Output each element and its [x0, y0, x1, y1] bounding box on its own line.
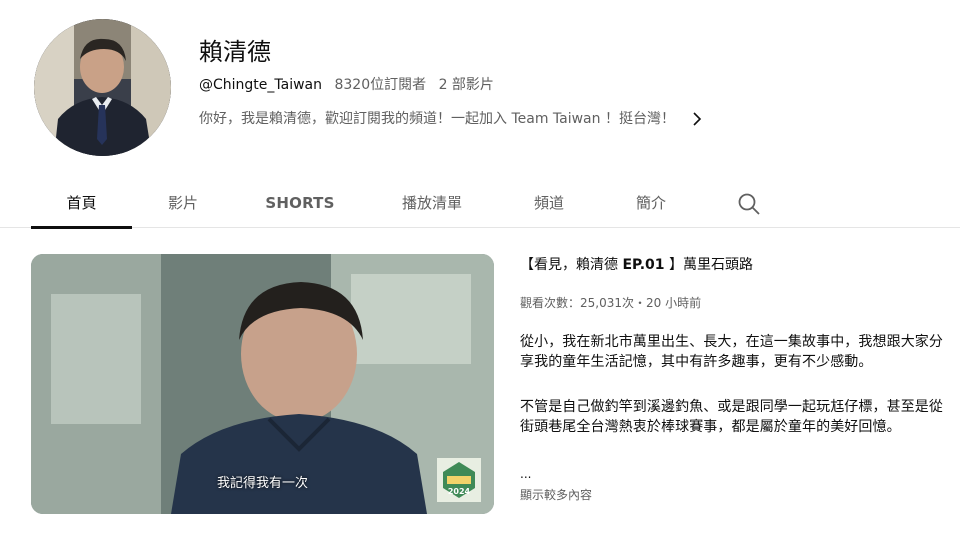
chevron-right-icon[interactable]	[689, 111, 705, 127]
title-episode: EP.01	[622, 257, 665, 273]
description-ellipsis: ...	[520, 467, 532, 481]
channel-avatar[interactable]	[34, 19, 171, 156]
video-count: 2 部影片	[438, 77, 494, 93]
show-more-link[interactable]: 顯示較多內容	[520, 486, 592, 504]
channel-tabs: 首頁 影片 SHORTS 播放清單 頻道 簡介	[0, 181, 960, 229]
channel-handle: @Chingte_Taiwan	[199, 77, 323, 93]
featured-video-thumbnail[interactable]: 我記得我有一次 2024	[31, 254, 494, 514]
tab-home[interactable]: 首頁	[31, 181, 132, 229]
avatar-portrait	[34, 19, 171, 156]
channel-description[interactable]: 你好，我是賴清德，歡迎訂閱我的頻道！一起加入 Team Taiwan ！挺台灣！	[199, 107, 705, 131]
title-open: 【看見，賴清德	[520, 257, 623, 273]
logo-year: 2024	[448, 487, 471, 496]
subscriber-count: 8320位訂閱者	[334, 77, 427, 93]
video-subtitle: 我記得我有一次	[216, 476, 308, 491]
channel-meta: @Chingte_Taiwan 8320位訂閱者 2 部影片	[199, 74, 494, 96]
tab-shorts[interactable]: SHORTS	[250, 181, 350, 228]
tab-about[interactable]: 簡介	[612, 181, 690, 228]
tab-videos[interactable]: 影片	[144, 181, 222, 228]
tab-channels[interactable]: 頻道	[510, 181, 588, 228]
search-icon[interactable]	[736, 191, 762, 217]
video-description-paragraph: 從小，我在新北市萬里出生、長大，在這一集故事中，我想跟大家分享我的童年生活記憶，…	[520, 334, 943, 370]
tab-playlists[interactable]: 播放清單	[388, 181, 476, 228]
video-description-paragraph: 不管是自己做釣竿到溪邊釣魚、或是跟同學一起玩尪仔標，甚至是從街頭巷尾全台灣熱衷於…	[520, 399, 943, 435]
title-close: 】萬里石頭路	[664, 257, 753, 273]
featured-video-title[interactable]: 【看見，賴清德 EP.01 】萬里石頭路	[520, 254, 753, 276]
view-count: 觀看次數：25,031次・20 小時前	[520, 296, 702, 310]
channel-logo-badge: 2024	[437, 458, 481, 502]
channel-name: 賴清德	[199, 38, 271, 66]
channel-description-text: 你好，我是賴清德，歡迎訂閱我的頻道！一起加入 Team Taiwan ！挺台灣！	[199, 111, 675, 127]
